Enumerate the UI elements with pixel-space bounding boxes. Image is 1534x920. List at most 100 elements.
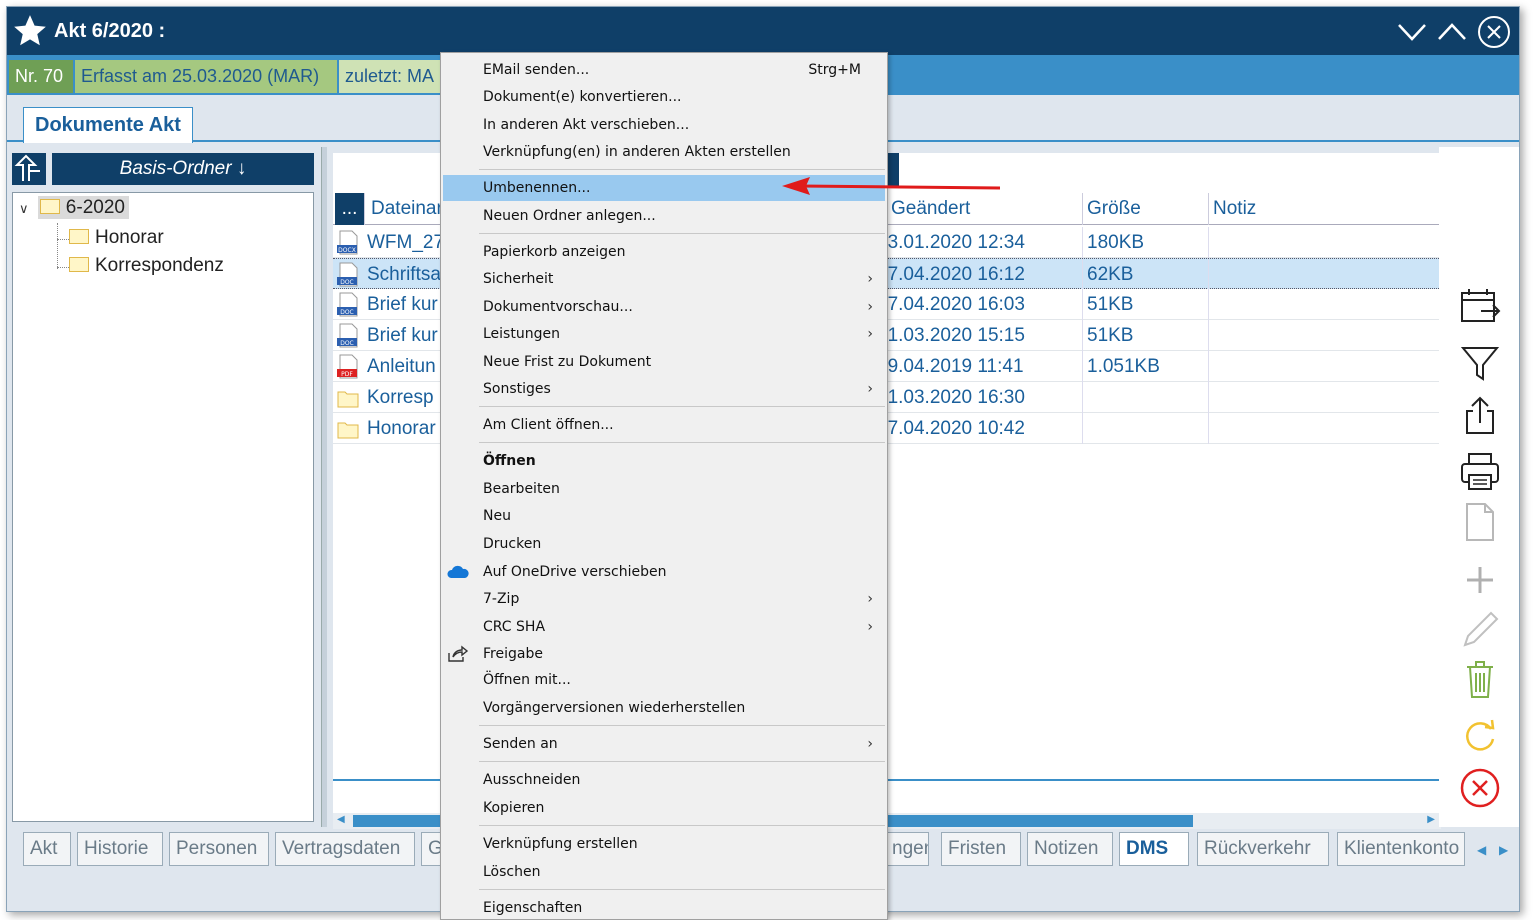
bottom-tab-4[interactable]: Vertragsdaten — [275, 832, 415, 866]
trash-icon[interactable] — [1459, 659, 1501, 701]
created-info: Erfasst am 25.03.2020 (MAR) — [75, 60, 337, 93]
menu-item-25[interactable]: Ausschneiden — [443, 767, 885, 793]
chevron-down-icon[interactable] — [1395, 15, 1429, 49]
menu-item-10[interactable]: Leistungen › — [443, 321, 885, 347]
menu-item-14[interactable]: Öffnen — [443, 448, 885, 474]
edit-icon[interactable] — [1459, 609, 1501, 651]
doc-file-icon: DOC — [337, 292, 359, 317]
menu-item-2[interactable]: Dokument(e) konvertieren... — [443, 84, 885, 110]
tree-node-root[interactable]: ∨ 6-2020 — [19, 196, 129, 219]
menu-item-label: Dokumentvorschau... — [483, 299, 633, 315]
menu-item-label: Umbenennen... — [483, 180, 591, 196]
menu-item-24[interactable]: Senden an › — [443, 731, 885, 757]
folder-icon — [337, 416, 359, 441]
new-document-icon[interactable] — [1459, 501, 1501, 543]
doc-file-icon: DOC — [337, 262, 359, 287]
menu-item-label: Sicherheit — [483, 271, 554, 287]
calendar-export-icon[interactable] — [1459, 285, 1501, 327]
header-notiz[interactable]: Notiz — [1209, 193, 1441, 225]
panel-splitter[interactable] — [321, 147, 327, 827]
menu-item-29[interactable]: Eigenschaften — [443, 895, 885, 919]
menu-item-4[interactable]: Verknüpfung(en) in anderen Akten erstell… — [443, 139, 885, 165]
folder-up-icon[interactable] — [12, 153, 46, 185]
print-icon[interactable] — [1459, 451, 1501, 493]
filter-icon[interactable] — [1459, 343, 1501, 385]
close-circle-icon[interactable] — [1459, 767, 1501, 809]
menu-item-18[interactable]: Auf OneDrive verschieben — [443, 559, 885, 585]
menu-item-15[interactable]: Bearbeiten — [443, 476, 885, 502]
menu-item-1[interactable]: EMail senden... Strg+M — [443, 57, 885, 83]
menu-item-11[interactable]: Neue Frist zu Dokument — [443, 349, 885, 375]
tab-scroll-left-icon[interactable]: ◀ — [1477, 843, 1486, 857]
menu-item-label: Öffnen — [483, 453, 536, 469]
menu-item-8[interactable]: Sicherheit › — [443, 266, 885, 292]
refresh-icon[interactable] — [1459, 715, 1501, 757]
changed-date: 31.03.2020 16:30 — [887, 382, 1083, 413]
menu-item-19[interactable]: 7-Zip › — [443, 586, 885, 612]
bottom-tab-1[interactable]: Akt — [23, 832, 71, 866]
menu-item-23[interactable]: Vorgängerversionen wiederherstellen — [443, 695, 885, 721]
file-note — [1209, 382, 1441, 413]
title-bar: Akt 6/2020 : — [7, 7, 1519, 55]
menu-item-17[interactable]: Drucken — [443, 531, 885, 557]
menu-item-22[interactable]: Öffnen mit... — [443, 667, 885, 693]
menu-item-9[interactable]: Dokumentvorschau... › — [443, 294, 885, 320]
favorite-star-icon[interactable] — [11, 12, 49, 50]
menu-item-28[interactable]: Löschen — [443, 859, 885, 885]
docx-file-icon: DOCX — [337, 230, 359, 255]
menu-separator — [479, 725, 885, 726]
tree-connector — [57, 239, 69, 240]
bottom-tab-3[interactable]: Personen — [169, 832, 269, 866]
bottom-tab-6[interactable]: ngen — [885, 832, 929, 866]
menu-item-label: Öffnen mit... — [483, 672, 571, 688]
scroll-right-icon[interactable]: ▶ — [1427, 814, 1435, 825]
menu-item-16[interactable]: Neu — [443, 503, 885, 529]
menu-item-label: Eigenschaften — [483, 900, 583, 916]
bottom-tab-5[interactable]: G — [421, 832, 441, 866]
basis-folder-button[interactable]: Basis-Ordner ↓ — [52, 153, 314, 185]
menu-item-27[interactable]: Verknüpfung erstellen — [443, 831, 885, 857]
menu-item-label: CRC SHA — [483, 619, 546, 635]
menu-item-21[interactable]: Freigabe — [443, 641, 885, 667]
menu-item-label: Senden an — [483, 736, 558, 752]
header-groesse[interactable]: Größe — [1083, 193, 1209, 225]
menu-item-13[interactable]: Am Client öffnen... — [443, 412, 885, 438]
bottom-tab-7[interactable]: Fristen — [941, 832, 1021, 866]
chevron-up-icon[interactable] — [1435, 15, 1469, 49]
bottom-tab-9[interactable]: DMS — [1119, 832, 1189, 866]
column-chooser-button[interactable]: ... — [335, 193, 365, 225]
bottom-tab-2[interactable]: Historie — [77, 832, 163, 866]
close-icon[interactable] — [1477, 15, 1511, 49]
menu-item-label: 7-Zip — [483, 591, 520, 607]
tree-node-honorar[interactable]: Honorar — [69, 227, 164, 249]
submenu-arrow-icon: › — [867, 381, 873, 397]
right-toolbar — [1439, 147, 1519, 827]
chevron-down-icon[interactable]: ∨ — [19, 201, 29, 216]
changed-date: 07.04.2020 10:42 — [887, 413, 1083, 444]
menu-separator — [479, 233, 885, 234]
scroll-left-icon[interactable]: ◀ — [337, 814, 345, 825]
menu-item-label: Bearbeiten — [483, 481, 560, 497]
upload-icon[interactable] — [1459, 395, 1501, 437]
menu-item-label: Neuen Ordner anlegen... — [483, 208, 656, 224]
changed-date: 31.03.2020 15:15 — [887, 320, 1083, 351]
menu-item-label: In anderen Akt verschieben... — [483, 117, 690, 133]
last-modified-info: zuletzt: MA — [339, 60, 449, 93]
menu-item-label: Kopieren — [483, 800, 545, 816]
tree-node-korrespondenz[interactable]: Korrespondenz — [69, 255, 224, 277]
menu-item-3[interactable]: In anderen Akt verschieben... — [443, 112, 885, 138]
menu-item-20[interactable]: CRC SHA › — [443, 614, 885, 640]
menu-item-label: Am Client öffnen... — [483, 417, 614, 433]
file-note — [1209, 320, 1441, 351]
menu-item-26[interactable]: Kopieren — [443, 795, 885, 821]
bottom-tab-8[interactable]: Notizen — [1027, 832, 1113, 866]
tab-scroll-right-icon[interactable]: ▶ — [1499, 843, 1508, 857]
red-arrow-annotation — [782, 177, 1001, 195]
bottom-tab-10[interactable]: Rückverkehr — [1197, 832, 1329, 866]
menu-item-12[interactable]: Sonstiges › — [443, 376, 885, 402]
add-icon[interactable] — [1459, 559, 1501, 601]
menu-item-6[interactable]: Neuen Ordner anlegen... — [443, 203, 885, 229]
bottom-tab-11[interactable]: Klientenkonto — [1337, 832, 1465, 866]
menu-item-7[interactable]: Papierkorb anzeigen — [443, 239, 885, 265]
tab-dokumente-akt[interactable]: Dokumente Akt — [23, 107, 193, 143]
